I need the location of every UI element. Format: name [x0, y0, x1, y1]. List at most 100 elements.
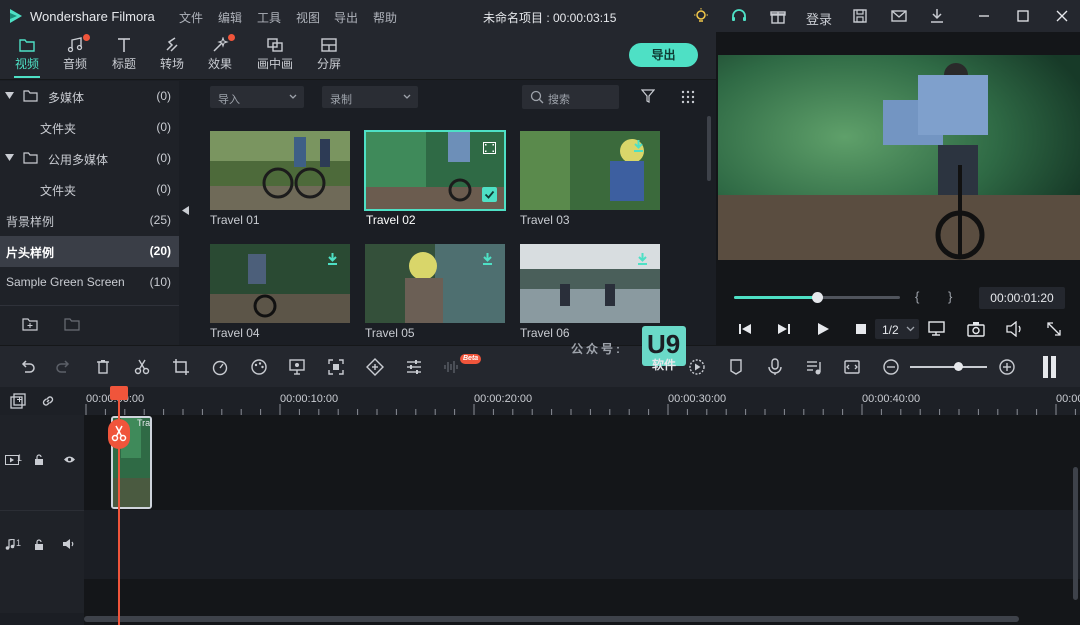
- lock-icon[interactable]: [34, 539, 44, 550]
- zoom-slider-handle[interactable]: [954, 362, 963, 371]
- video-track-lane[interactable]: [84, 415, 1080, 510]
- redo-icon[interactable]: [55, 358, 73, 376]
- filter-icon[interactable]: [641, 89, 655, 103]
- add-track-icon[interactable]: [10, 393, 26, 409]
- tab-split-screen[interactable]: 分屏: [308, 32, 350, 80]
- record-dropdown[interactable]: 录制: [322, 86, 418, 108]
- render-preview-icon[interactable]: [688, 358, 706, 376]
- tree-item-green-screen[interactable]: Sample Green Screen (10): [0, 267, 179, 298]
- tab-audio[interactable]: 音频: [54, 32, 96, 80]
- close-icon[interactable]: [1053, 7, 1071, 25]
- tab-video[interactable]: 视频: [6, 32, 48, 80]
- caret-down-icon[interactable]: [5, 154, 14, 161]
- timeline-horizontal-scrollbar[interactable]: [84, 613, 1080, 625]
- tab-transitions[interactable]: 转场: [151, 32, 193, 80]
- link-icon[interactable]: [40, 393, 56, 409]
- timeline-empty-area[interactable]: [84, 579, 1080, 613]
- save-icon[interactable]: [851, 7, 869, 25]
- download-icon[interactable]: [326, 252, 339, 265]
- timeline-ruler[interactable]: 00:00:00:00 00:00:10:00 00:00:20:00 00:0…: [0, 387, 1080, 415]
- headset-support-icon[interactable]: [730, 7, 748, 25]
- tab-picture-in-picture[interactable]: 画中画: [254, 32, 296, 80]
- media-thumbnail[interactable]: [520, 131, 660, 210]
- timeline-vertical-scrollbar[interactable]: [1073, 467, 1078, 600]
- eye-visibility-icon[interactable]: [63, 455, 76, 464]
- media-thumbnail-selected[interactable]: [364, 130, 506, 211]
- step-back-icon[interactable]: [738, 322, 752, 336]
- pause-bar-left[interactable]: [1043, 356, 1048, 378]
- panel-splitter[interactable]: [179, 81, 193, 345]
- volume-icon[interactable]: [1006, 321, 1024, 337]
- pause-bar-right[interactable]: [1051, 356, 1056, 378]
- menu-view[interactable]: 视图: [296, 9, 320, 26]
- keyframe-icon[interactable]: [366, 358, 384, 376]
- export-button[interactable]: 导出: [629, 43, 698, 67]
- fullscreen-icon[interactable]: [1046, 321, 1062, 337]
- remove-folder-icon[interactable]: [64, 317, 81, 332]
- playhead-handle[interactable]: [110, 386, 128, 400]
- new-folder-icon[interactable]: [22, 317, 39, 332]
- mark-in-button[interactable]: {: [915, 289, 919, 304]
- collapse-arrow-icon[interactable]: [182, 206, 189, 215]
- zoom-in-icon[interactable]: [998, 358, 1016, 376]
- menu-export[interactable]: 导出: [334, 9, 358, 26]
- menu-edit[interactable]: 编辑: [218, 9, 242, 26]
- step-forward-icon[interactable]: [777, 322, 791, 336]
- download-icon[interactable]: [928, 7, 946, 25]
- tree-item-shared-media[interactable]: 公用多媒体 (0): [0, 143, 179, 174]
- audio-adjust-sliders-icon[interactable]: [405, 358, 423, 376]
- tree-item-folder[interactable]: 文件夹 (0): [0, 112, 179, 143]
- play-icon[interactable]: [816, 322, 830, 336]
- download-icon[interactable]: [636, 252, 649, 265]
- menu-tools[interactable]: 工具: [257, 9, 281, 26]
- split-marker[interactable]: [108, 419, 130, 449]
- color-palette-icon[interactable]: [250, 358, 268, 376]
- marker-icon[interactable]: [727, 358, 745, 376]
- download-icon[interactable]: [632, 139, 645, 152]
- audio-mixer-icon[interactable]: [805, 358, 823, 376]
- mail-icon[interactable]: [890, 7, 908, 25]
- microphone-icon[interactable]: [766, 358, 784, 376]
- crop-icon[interactable]: [172, 358, 190, 376]
- tree-item-media[interactable]: 多媒体 (0): [0, 81, 179, 112]
- media-thumbnail[interactable]: [520, 244, 660, 323]
- media-thumbnail[interactable]: [365, 244, 505, 323]
- media-thumbnail[interactable]: [210, 244, 350, 323]
- import-dropdown[interactable]: 导入: [210, 86, 304, 108]
- menu-file[interactable]: 文件: [179, 9, 203, 26]
- lock-icon[interactable]: [34, 454, 44, 465]
- speed-gauge-icon[interactable]: [211, 358, 229, 376]
- download-icon[interactable]: [481, 252, 494, 265]
- media-scrollbar[interactable]: [707, 116, 711, 181]
- media-thumbnail[interactable]: [210, 131, 350, 210]
- display-monitor-icon[interactable]: [928, 321, 946, 337]
- tree-item-folder[interactable]: 文件夹 (0): [0, 174, 179, 205]
- tree-item-intro-samples[interactable]: 片头样例 (20): [0, 236, 179, 267]
- grid-view-icon[interactable]: [681, 90, 695, 104]
- tab-titles[interactable]: 标题: [103, 32, 145, 80]
- scrollbar-thumb[interactable]: [84, 616, 1019, 622]
- menu-help[interactable]: 帮助: [373, 9, 397, 26]
- scissors-split-icon[interactable]: [133, 358, 151, 376]
- undo-icon[interactable]: [18, 358, 36, 376]
- speaker-icon[interactable]: [63, 539, 75, 549]
- minimize-icon[interactable]: [975, 7, 993, 25]
- zoom-slider-track[interactable]: [910, 366, 987, 368]
- lightbulb-icon[interactable]: [692, 7, 710, 25]
- preview-quality-dropdown[interactable]: 1/2: [875, 319, 919, 339]
- gift-icon[interactable]: [769, 7, 787, 25]
- caret-down-icon[interactable]: [5, 92, 14, 99]
- delete-trash-icon[interactable]: [94, 358, 112, 376]
- tab-effects[interactable]: 效果: [199, 32, 241, 80]
- snapshot-camera-icon[interactable]: [967, 321, 985, 337]
- motion-tracking-icon[interactable]: [327, 358, 345, 376]
- audio-track-lane[interactable]: [84, 511, 1080, 579]
- voiceover-replace-icon[interactable]: [843, 358, 861, 376]
- tree-item-background-samples[interactable]: 背景样例 (25): [0, 205, 179, 236]
- green-screen-icon[interactable]: [288, 358, 306, 376]
- stop-icon[interactable]: [855, 323, 867, 335]
- playback-scrubber-handle[interactable]: [812, 292, 823, 303]
- login-link[interactable]: 登录: [806, 9, 832, 28]
- mark-out-button[interactable]: }: [948, 289, 952, 304]
- search-input[interactable]: 搜索: [522, 85, 619, 109]
